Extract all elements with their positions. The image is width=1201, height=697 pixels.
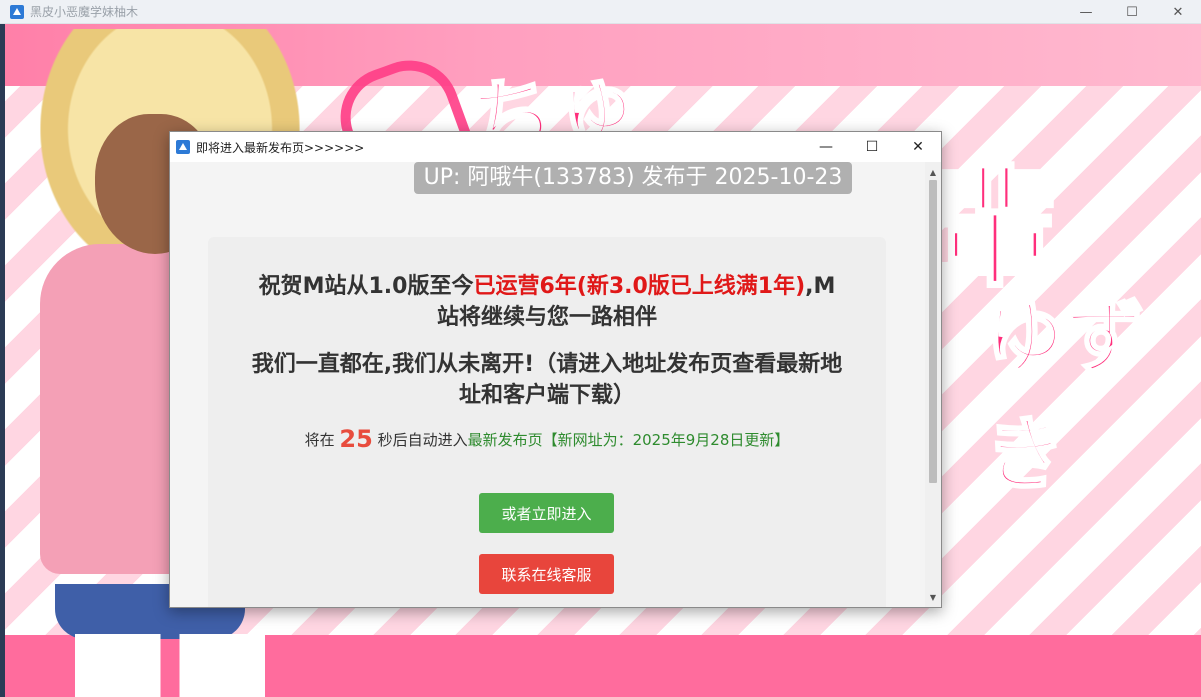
- countdown-middle: 秒后自动进入: [372, 431, 468, 449]
- dialog-close-button[interactable]: ✕: [895, 132, 941, 162]
- dialog-content: UP: 阿哦牛(133783) 发布于 2025-10-23 祝贺M站从1.0版…: [170, 162, 926, 607]
- scroll-up-icon[interactable]: ▲: [925, 164, 941, 180]
- dialog-maximize-button[interactable]: ☐: [849, 132, 895, 162]
- announcement-headline: 祝贺M站从1.0版至今已运营6年(新3.0版已上线满1年),M站将继续与您一路相…: [248, 271, 846, 333]
- window-titlebar: 黑皮小恶魔学妹柚木 — ☐ ✕: [0, 0, 1201, 24]
- minimize-button[interactable]: —: [1063, 0, 1109, 24]
- announcement-card: 祝贺M站从1.0版至今已运营6年(新3.0版已上线满1年),M站将继续与您一路相…: [208, 237, 886, 607]
- dialog-scrollbar[interactable]: ▲ ▼: [925, 162, 941, 607]
- redirect-dialog: 即将进入最新发布页>>>>>> — ☐ ✕ UP: 阿哦牛(133783) 发布…: [169, 131, 942, 608]
- countdown-prefix: 将在: [304, 431, 340, 449]
- uploader-info-bar: UP: 阿哦牛(133783) 发布于 2025-10-23: [414, 162, 852, 194]
- close-button[interactable]: ✕: [1155, 0, 1201, 24]
- dialog-app-icon: [176, 140, 190, 154]
- countdown-line: 将在 25 秒后自动进入最新发布页【新网址为：2025年9月28日更新】: [208, 425, 886, 453]
- contact-support-button[interactable]: 联系在线客服: [479, 554, 614, 594]
- window-controls: — ☐ ✕: [1063, 0, 1201, 24]
- headline-part1: 祝贺M站从1.0版至今: [258, 274, 474, 299]
- scroll-down-icon[interactable]: ▼: [925, 589, 941, 605]
- app-icon: [10, 4, 24, 19]
- dialog-title: 即将进入最新发布页>>>>>>: [196, 140, 365, 155]
- window-title: 黑皮小恶魔学妹柚木: [30, 5, 139, 19]
- scrollbar-thumb[interactable]: [929, 180, 937, 483]
- announcement-subheadline: 我们一直都在,我们从未离开!（请进入地址发布页查看最新地址和客户端下载）: [251, 352, 843, 408]
- dialog-controls: — ☐ ✕: [803, 132, 941, 162]
- art-lettering-3: ゆずき: [984, 291, 1147, 503]
- enter-now-button[interactable]: 或者立即进入: [479, 493, 614, 533]
- maximize-button[interactable]: ☐: [1109, 0, 1155, 24]
- dialog-minimize-button[interactable]: —: [803, 132, 849, 162]
- character-legs: [75, 634, 265, 697]
- headline-highlight: 已运营6年(新3.0版已上线满1年): [473, 274, 806, 299]
- release-page-link[interactable]: 最新发布页【新网址为：2025年9月28日更新】: [468, 431, 790, 449]
- dialog-titlebar: 即将进入最新发布页>>>>>> — ☐ ✕: [170, 132, 941, 162]
- countdown-seconds: 25: [339, 425, 373, 453]
- left-edge-strip: [0, 24, 5, 697]
